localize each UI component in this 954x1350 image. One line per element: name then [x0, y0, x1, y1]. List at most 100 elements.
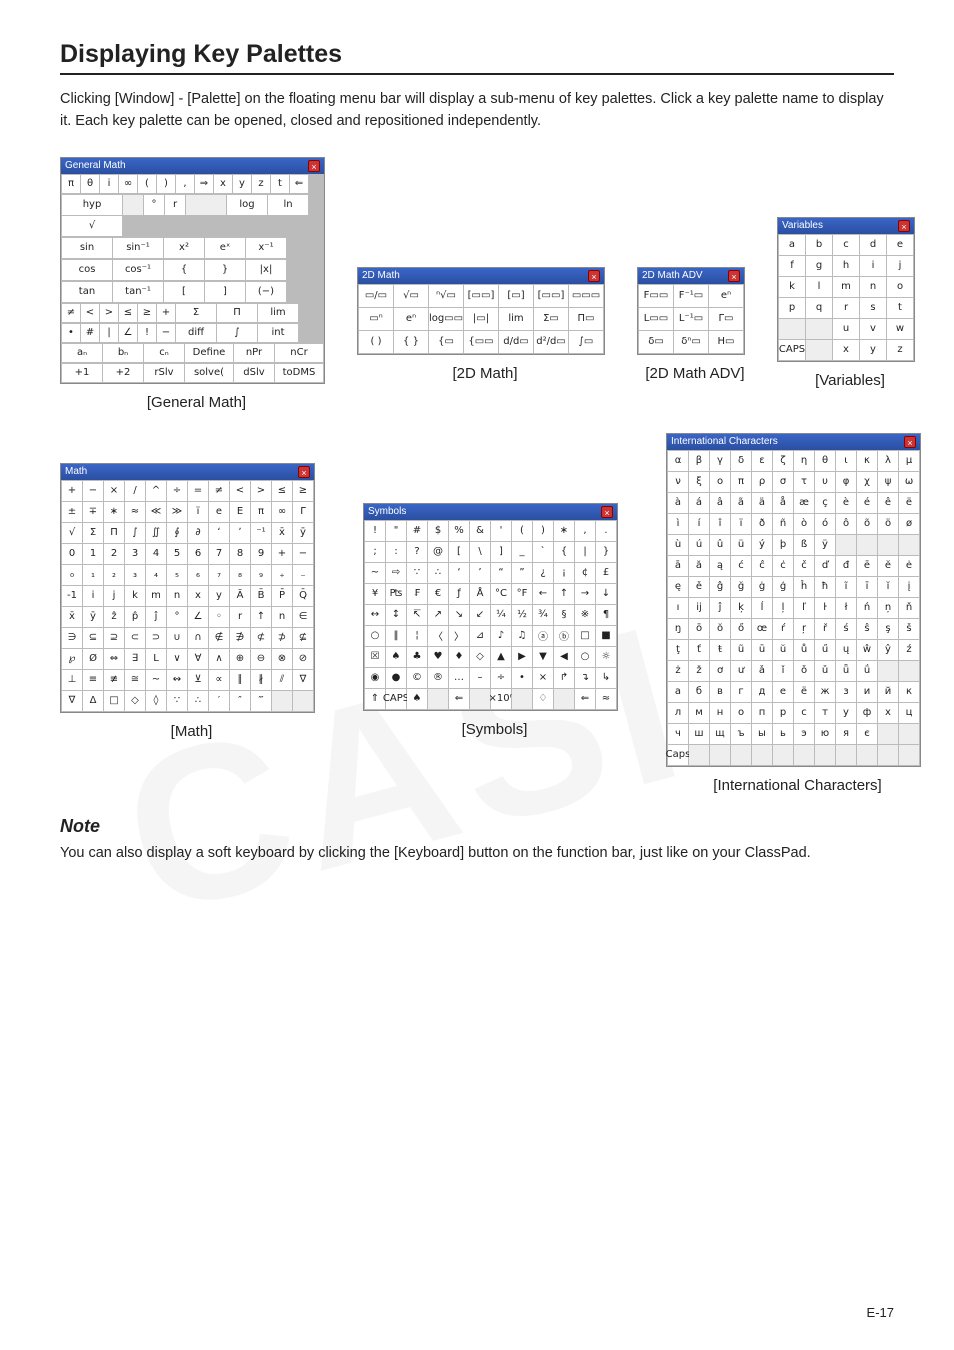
- key-button[interactable]: ‴: [251, 691, 271, 711]
- key-button[interactable]: í: [689, 514, 709, 534]
- key-button[interactable]: ,: [176, 175, 194, 193]
- key-button[interactable]: n: [272, 607, 292, 627]
- key-button[interactable]: ȳ: [83, 607, 103, 627]
- key-button[interactable]: [899, 745, 919, 765]
- key-button[interactable]: }: [596, 542, 616, 562]
- key-button[interactable]: є: [857, 724, 877, 744]
- key-button[interactable]: |▭|: [464, 308, 498, 330]
- key-button[interactable]: ľ: [794, 598, 814, 618]
- key-button[interactable]: ŀ: [815, 598, 835, 618]
- key-button[interactable]: ∇: [62, 691, 82, 711]
- key-button[interactable]: ®: [428, 668, 448, 688]
- key-button[interactable]: δ▭: [639, 331, 673, 353]
- key-button[interactable]: ≈: [596, 689, 616, 709]
- key-button[interactable]: ○: [575, 647, 595, 667]
- key-button[interactable]: ⁻¹: [251, 523, 271, 543]
- key-button[interactable]: Define: [185, 344, 233, 362]
- key-button[interactable]: l: [806, 277, 832, 297]
- key-button[interactable]: {▭: [429, 331, 463, 353]
- key-button[interactable]: ⊗: [272, 649, 292, 669]
- key-button[interactable]: §: [554, 605, 574, 625]
- key-button[interactable]: ₂: [104, 565, 124, 585]
- key-button[interactable]: log▭▭: [429, 308, 463, 330]
- key-button[interactable]: (−): [246, 282, 286, 302]
- key-button[interactable]: j: [104, 586, 124, 606]
- key-button[interactable]: q: [806, 298, 832, 318]
- key-button[interactable]: [794, 745, 814, 765]
- key-button[interactable]: κ: [857, 451, 877, 471]
- key-button[interactable]: Caps: [668, 745, 688, 765]
- key-button[interactable]: θ: [81, 175, 99, 193]
- key-button[interactable]: ◀: [554, 647, 574, 667]
- key-button[interactable]: ▲: [491, 647, 511, 667]
- key-button[interactable]: ₉: [251, 565, 271, 585]
- key-button[interactable]: ċ: [773, 556, 793, 576]
- key-button[interactable]: `: [533, 542, 553, 562]
- key-button[interactable]: с: [794, 703, 814, 723]
- key-button[interactable]: ∀: [188, 649, 208, 669]
- key-button[interactable]: å: [773, 493, 793, 513]
- key-button[interactable]: ø: [899, 514, 919, 534]
- key-button[interactable]: 1: [83, 544, 103, 564]
- key-button[interactable]: ₃: [125, 565, 145, 585]
- key-button[interactable]: cos: [62, 260, 112, 280]
- key-button[interactable]: [428, 689, 448, 709]
- key-button[interactable]: ą: [710, 556, 730, 576]
- key-button[interactable]: ×: [533, 668, 553, 688]
- key-button[interactable]: □: [575, 626, 595, 646]
- key-button[interactable]: ⊥: [62, 670, 82, 690]
- key-button[interactable]: ”: [512, 563, 532, 583]
- key-button[interactable]: ]: [491, 542, 511, 562]
- key-button[interactable]: P̄: [272, 586, 292, 606]
- key-button[interactable]: ~: [365, 563, 385, 583]
- key-button[interactable]: x̄: [62, 607, 82, 627]
- key-button[interactable]: •: [62, 324, 80, 342]
- key-button[interactable]: √: [62, 216, 122, 236]
- key-button[interactable]: 8: [230, 544, 250, 564]
- key-button[interactable]: x⁻¹: [246, 238, 286, 258]
- key-button[interactable]: ₀: [62, 565, 82, 585]
- key-button[interactable]: [899, 724, 919, 744]
- key-button[interactable]: Γ: [293, 502, 313, 522]
- key-button[interactable]: ơ: [710, 661, 730, 681]
- key-button[interactable]: i: [100, 175, 118, 193]
- palette-symbols[interactable]: Symbols × !"#$%&'()∗,.;:?@[\]_`{|}~⇨∵∴‘’…: [363, 503, 618, 711]
- key-button[interactable]: ζ: [773, 451, 793, 471]
- key-button[interactable]: ∝: [209, 670, 229, 690]
- key-button[interactable]: rSlv: [144, 364, 184, 382]
- key-button[interactable]: [815, 745, 835, 765]
- key-button[interactable]: lim: [499, 308, 533, 330]
- key-button[interactable]: €: [428, 584, 448, 604]
- key-button[interactable]: °: [167, 607, 187, 627]
- key-button[interactable]: →: [575, 584, 595, 604]
- key-button[interactable]: !: [138, 324, 156, 342]
- key-button[interactable]: ₇: [209, 565, 229, 585]
- key-button[interactable]: ♠: [386, 647, 406, 667]
- key-button[interactable]: ☒: [365, 647, 385, 667]
- key-button[interactable]: ū: [752, 640, 772, 660]
- key-button[interactable]: p: [779, 298, 805, 318]
- key-button[interactable]: č: [794, 556, 814, 576]
- key-button[interactable]: Δ: [83, 691, 103, 711]
- key-button[interactable]: 9: [251, 544, 271, 564]
- key-button[interactable]: o: [887, 277, 913, 297]
- key-button[interactable]: ⫽: [272, 670, 292, 690]
- key-button[interactable]: ы: [752, 724, 772, 744]
- key-button[interactable]: ∦: [251, 670, 271, 690]
- key-button[interactable]: ë: [899, 493, 919, 513]
- palette-2d-math-adv[interactable]: 2D Math ADV × F▭▭F⁻¹▭eⁿL▭▭L⁻¹▭Γ▭δ▭δⁿ▭H▭: [637, 267, 745, 355]
- key-button[interactable]: |: [575, 542, 595, 562]
- key-button[interactable]: diff: [176, 324, 216, 342]
- key-button[interactable]: ę: [668, 577, 688, 597]
- key-button[interactable]: /: [125, 481, 145, 501]
- key-button[interactable]: ( ): [359, 331, 393, 353]
- key-button[interactable]: η: [794, 451, 814, 471]
- key-button[interactable]: γ: [710, 451, 730, 471]
- key-button[interactable]: L: [146, 649, 166, 669]
- key-button[interactable]: ▭ⁿ: [359, 308, 393, 330]
- key-button[interactable]: int: [258, 324, 298, 342]
- key-button[interactable]: ф: [857, 703, 877, 723]
- key-button[interactable]: x: [833, 340, 859, 360]
- key-button[interactable]: d²/d▭: [534, 331, 568, 353]
- key-button[interactable]: ŏ: [710, 619, 730, 639]
